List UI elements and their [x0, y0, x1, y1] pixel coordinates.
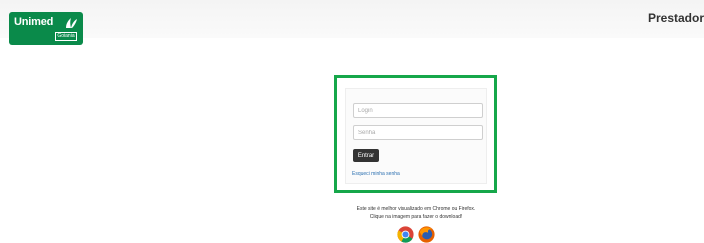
- login-input[interactable]: [353, 103, 483, 118]
- browser-note-line2: Clique na imagem para fazer o download!: [369, 214, 463, 220]
- logo-text: Unimed: [14, 16, 54, 28]
- browser-note-line1: Este site é melhor visualizado em Chrome…: [356, 206, 476, 212]
- firefox-icon[interactable]: [418, 226, 435, 243]
- unimed-leaf-icon: [66, 18, 77, 28]
- logo-subtitle: Goiania: [55, 32, 77, 41]
- page-title: Prestador: [647, 11, 704, 25]
- browser-recommendation: Este site é melhor visualizado em Chrome…: [318, 205, 514, 221]
- chrome-icon[interactable]: [397, 226, 414, 243]
- submit-button[interactable]: Entrar: [353, 149, 379, 162]
- top-header-bar: [0, 0, 704, 38]
- password-input[interactable]: [353, 125, 483, 140]
- login-panel: Entrar Esqueci minha senha: [345, 88, 487, 184]
- unimed-logo[interactable]: Unimed Goiania: [9, 12, 83, 45]
- login-highlight-frame: Entrar Esqueci minha senha: [334, 75, 497, 193]
- forgot-password-link[interactable]: Esqueci minha senha: [352, 171, 400, 177]
